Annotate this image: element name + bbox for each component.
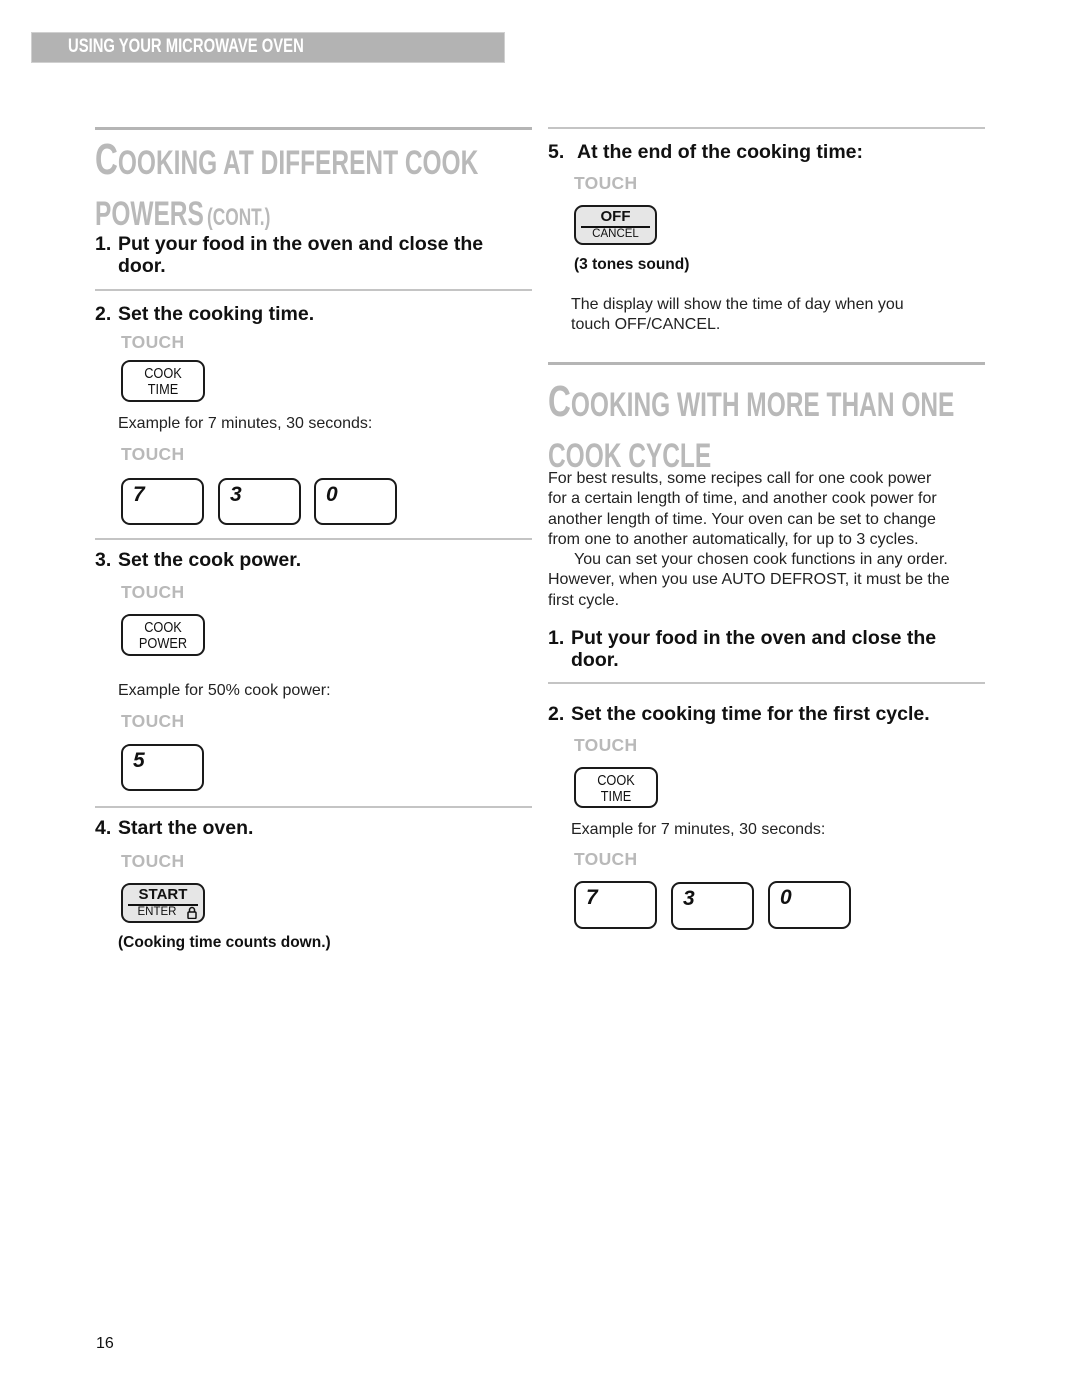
touch-label: TOUCH	[121, 711, 185, 731]
intro-paragraph: For best results, some recipes call for …	[548, 470, 950, 609]
divider	[95, 538, 532, 540]
digit-key-5[interactable]: 5	[121, 744, 204, 791]
digit-key-0[interactable]: 0	[314, 478, 397, 525]
cook-time-key[interactable]: COOK TIME	[574, 767, 658, 808]
digit-key-3[interactable]: 3	[218, 478, 301, 525]
digit-key-7[interactable]: 7	[121, 478, 204, 525]
touch-label: TOUCH	[574, 849, 638, 869]
example-text: Example for 7 minutes, 30 seconds:	[571, 821, 826, 838]
start-enter-key[interactable]: START ENTER	[121, 883, 205, 923]
step-4: 4. Start the oven.	[95, 817, 254, 839]
touch-label: TOUCH	[121, 851, 185, 871]
cook-power-key[interactable]: COOK POWER	[121, 614, 205, 656]
touch-label: TOUCH	[121, 332, 185, 352]
step-2: 2. Set the cooking time.	[95, 303, 315, 325]
left-column: COOKING AT DIFFERENT COOK POWERS (CONT.)…	[95, 0, 532, 1397]
lock-icon	[187, 906, 197, 919]
touch-label: TOUCH	[121, 444, 185, 464]
digit-key-7[interactable]: 7	[574, 881, 657, 929]
touch-label: TOUCH	[121, 582, 185, 602]
step-3: 3. Set the cook power.	[95, 549, 302, 571]
digit-key-0[interactable]: 0	[768, 881, 851, 929]
off-cancel-key[interactable]: OFF CANCEL	[574, 205, 657, 245]
divider	[548, 682, 985, 684]
title-rule	[95, 127, 532, 130]
note-text: (3 tones sound)	[574, 256, 690, 273]
section-title-cook-powers: COOKING AT DIFFERENT COOK POWERS (CONT.)	[95, 135, 479, 234]
example-text: Example for 50% cook power:	[118, 682, 331, 699]
divider	[95, 806, 532, 808]
title-rule	[548, 362, 985, 365]
digit-key-3[interactable]: 3	[671, 882, 754, 930]
example-text: Example for 7 minutes, 30 seconds:	[118, 415, 373, 432]
body-text: The display will show the time of day wh…	[571, 296, 904, 334]
step-1: 1. Put your food in the oven and close th…	[548, 627, 937, 671]
touch-label: TOUCH	[574, 173, 638, 193]
page-number: 16	[96, 1335, 114, 1352]
step-1: 1. Put your food in the oven and close th…	[95, 233, 484, 277]
step-5: 5. At the end of the cooking time:	[548, 141, 863, 163]
step-2: 2. Set the cooking time for the first cyc…	[548, 703, 930, 725]
divider	[95, 289, 532, 291]
note-text: (Cooking time counts down.)	[118, 934, 331, 951]
touch-label: TOUCH	[574, 735, 638, 755]
right-column: 5. At the end of the cooking time: TOUCH …	[548, 0, 985, 1397]
divider	[548, 127, 985, 129]
cook-time-key[interactable]: COOK TIME	[121, 360, 205, 402]
